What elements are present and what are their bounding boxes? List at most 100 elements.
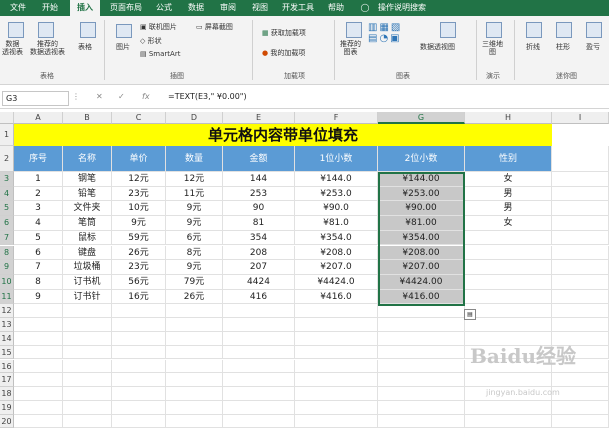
row-header-6[interactable]: 6 (0, 216, 14, 231)
table-button[interactable]: 表格 (78, 42, 92, 52)
column-header-g[interactable]: G (378, 112, 465, 124)
cell-i5[interactable] (552, 201, 609, 217)
cell-d3[interactable]: 12元 (166, 172, 223, 187)
row-header-16[interactable]: 16 (0, 359, 14, 374)
cell-a19[interactable] (14, 400, 63, 415)
cell-g6[interactable]: ¥81.00 (378, 216, 465, 231)
cell-d4[interactable]: 11元 (166, 186, 223, 202)
cell-d8[interactable]: 8元 (166, 245, 223, 261)
cell-e12[interactable] (223, 304, 295, 319)
cell-c5[interactable]: 10元 (112, 201, 166, 217)
row-header-1[interactable]: 1 (0, 124, 14, 146)
sparkline-line-button[interactable]: 折线 (526, 42, 540, 52)
cell-e20[interactable] (223, 414, 295, 428)
cell-b15[interactable] (63, 345, 112, 360)
cell-b13[interactable] (63, 318, 112, 332)
header-cell-h[interactable]: 性别 (465, 146, 552, 172)
cell-i4[interactable] (552, 186, 609, 202)
cell-c10[interactable]: 56元 (112, 274, 166, 290)
cell-g8[interactable]: ¥208.00 (378, 245, 465, 261)
cell-a17[interactable] (14, 373, 63, 388)
header-cell-a[interactable]: 序号 (14, 146, 63, 172)
cell-b18[interactable] (63, 387, 112, 401)
name-box[interactable]: G3 (2, 91, 69, 106)
row-header-11[interactable]: 11 (0, 289, 14, 305)
cell-e7[interactable]: 354 (223, 230, 295, 246)
row-header-15[interactable]: 15 (0, 345, 14, 360)
row-header-12[interactable]: 12 (0, 304, 14, 319)
cell-a16[interactable] (14, 359, 63, 374)
cell-c18[interactable] (112, 387, 166, 401)
row-header-10[interactable]: 10 (0, 274, 14, 290)
cell-h17[interactable] (465, 373, 552, 388)
cell-b5[interactable]: 文件夹 (63, 201, 112, 217)
quick-analysis-icon[interactable]: ▤ (464, 309, 476, 320)
cell-e11[interactable]: 416 (223, 289, 295, 305)
cell-g16[interactable] (378, 359, 465, 374)
3d-map-button[interactable]: 三维地图 (482, 40, 503, 56)
cell-e14[interactable] (223, 331, 295, 346)
screenshot-button[interactable]: ▭ 屏幕截图 (196, 22, 233, 32)
row-header-4[interactable]: 4 (0, 186, 14, 202)
cell-g11[interactable]: ¥416.00 (378, 289, 465, 305)
cell-h12[interactable] (465, 304, 552, 319)
sparkline-column-button[interactable]: 柱形 (556, 42, 570, 52)
column-header-i[interactable]: I (552, 112, 609, 124)
cell-e5[interactable]: 90 (223, 201, 295, 217)
cell-g7[interactable]: ¥354.00 (378, 230, 465, 246)
cell-e10[interactable]: 4424 (223, 274, 295, 290)
cell-i8[interactable] (552, 245, 609, 261)
cell-g10[interactable]: ¥4424.00 (378, 274, 465, 290)
cell-i18[interactable] (552, 387, 609, 401)
cell-e8[interactable]: 208 (223, 245, 295, 261)
cell-f6[interactable]: ¥81.0 (295, 216, 378, 231)
cell-c12[interactable] (112, 304, 166, 319)
cell-g13[interactable] (378, 318, 465, 332)
cell-f18[interactable] (295, 387, 378, 401)
row-header-13[interactable]: 13 (0, 318, 14, 332)
my-addins-button[interactable]: ● 我的加载项 (262, 48, 305, 58)
cell-g19[interactable] (378, 400, 465, 415)
cell-c9[interactable]: 23元 (112, 260, 166, 275)
picture-button[interactable]: 图片 (116, 42, 130, 52)
cell-a18[interactable] (14, 387, 63, 401)
cell-h11[interactable] (465, 289, 552, 305)
shapes-button[interactable]: ◇ 形状 (140, 36, 162, 46)
cell-h5[interactable]: 男 (465, 201, 552, 217)
column-header-b[interactable]: B (63, 112, 112, 124)
cell-g17[interactable] (378, 373, 465, 388)
cell-i19[interactable] (552, 400, 609, 415)
cell-d10[interactable]: 79元 (166, 274, 223, 290)
cell-g9[interactable]: ¥207.00 (378, 260, 465, 275)
cell-c6[interactable]: 9元 (112, 216, 166, 231)
select-all-corner[interactable] (0, 112, 14, 124)
smartart-button[interactable]: ▤ SmartArt (140, 50, 180, 58)
cell-c15[interactable] (112, 345, 166, 360)
cell-i9[interactable] (552, 260, 609, 275)
cell-h4[interactable]: 男 (465, 186, 552, 202)
cell-f15[interactable] (295, 345, 378, 360)
cell-c8[interactable]: 26元 (112, 245, 166, 261)
row-header-7[interactable]: 7 (0, 230, 14, 246)
tab-insert[interactable]: 插入 (70, 0, 100, 16)
cell-e9[interactable]: 207 (223, 260, 295, 275)
pivot-table-button[interactable]: 数据 透视表 (2, 40, 23, 56)
cell-e17[interactable] (223, 373, 295, 388)
cell-g5[interactable]: ¥90.00 (378, 201, 465, 217)
cell-d14[interactable] (166, 331, 223, 346)
cell-a8[interactable]: 6 (14, 245, 63, 261)
cell-h7[interactable] (465, 230, 552, 246)
cell-b6[interactable]: 笔筒 (63, 216, 112, 231)
cell-b20[interactable] (63, 414, 112, 428)
cell-h13[interactable] (465, 318, 552, 332)
cell-d18[interactable] (166, 387, 223, 401)
cell-a15[interactable] (14, 345, 63, 360)
cell-f3[interactable]: ¥144.0 (295, 172, 378, 187)
header-cell-b[interactable]: 名称 (63, 146, 112, 172)
cell-e13[interactable] (223, 318, 295, 332)
sparkline-winloss-button[interactable]: 盈亏 (586, 42, 600, 52)
cell-f4[interactable]: ¥253.0 (295, 186, 378, 202)
cell-d15[interactable] (166, 345, 223, 360)
cell-i13[interactable] (552, 318, 609, 332)
cell-e3[interactable]: 144 (223, 172, 295, 187)
